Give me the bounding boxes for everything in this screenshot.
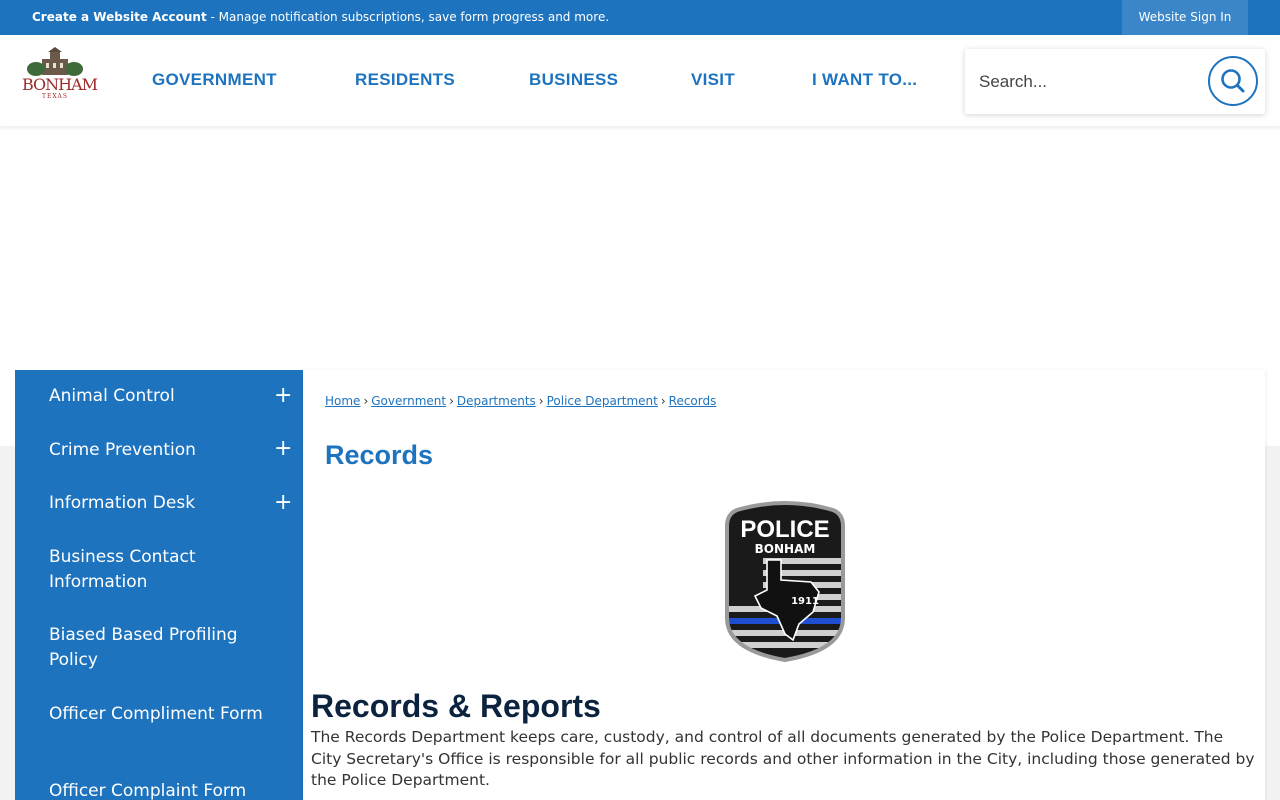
nav-business[interactable]: BUSINESS xyxy=(529,70,618,90)
records-description: The Records Department keeps care, custo… xyxy=(311,728,1255,789)
search-box xyxy=(965,49,1265,114)
breadcrumb-home[interactable]: Home xyxy=(325,394,360,408)
nav-government[interactable]: GOVERNMENT xyxy=(152,70,277,90)
search-input[interactable] xyxy=(979,67,1179,97)
expand-animal-control-icon[interactable]: + xyxy=(274,383,292,408)
sidebar-item-crime-prevention[interactable]: Crime Prevention xyxy=(49,438,269,463)
breadcrumb-separator: › xyxy=(363,394,369,408)
main-content: Home › Government › Departments › Police Depar… xyxy=(303,370,1265,800)
sidebar-item-officer-complaint[interactable]: Officer Complaint Form xyxy=(49,779,269,800)
badge-line2: BONHAM xyxy=(755,542,816,556)
nav-residents[interactable]: RESIDENTS xyxy=(355,70,455,90)
breadcrumb-departments[interactable]: Departments xyxy=(457,394,536,408)
create-account-link[interactable]: Create a Website Account xyxy=(32,10,207,24)
section-title: Records & Reports xyxy=(311,688,601,724)
account-description: - Manage notification subscriptions, sav… xyxy=(206,10,610,24)
breadcrumb-separator: › xyxy=(449,394,454,408)
logo-subtext: TEXAS xyxy=(42,93,68,100)
page-title: Records xyxy=(325,440,434,470)
breadcrumb-government[interactable]: Government xyxy=(371,394,446,408)
sidebar-item-officer-compliment[interactable]: Officer Compliment Form xyxy=(49,702,269,727)
sidebar-item-information-desk[interactable]: Information Desk xyxy=(49,491,269,516)
account-notice: Create a Website Account - Manage notifi… xyxy=(32,10,609,25)
breadcrumb: Home › Government › Departments › Police Depar… xyxy=(325,394,716,408)
breadcrumb-records[interactable]: Records xyxy=(669,394,717,408)
courthouse-icon xyxy=(27,47,83,76)
breadcrumb-police-department[interactable]: Police Department xyxy=(547,394,658,408)
logo-text: BONHAM xyxy=(22,75,98,94)
expand-crime-prevention-icon[interactable]: + xyxy=(274,436,292,461)
search-icon xyxy=(1221,69,1245,93)
search-button[interactable] xyxy=(1208,56,1258,106)
site-header: BONHAM TEXAS GOVERNMENT RESIDENTS BUSINE… xyxy=(0,35,1280,126)
nav-visit[interactable]: VISIT xyxy=(691,70,735,90)
nav-i-want-to[interactable]: I WANT TO... xyxy=(812,70,917,90)
breadcrumb-separator: › xyxy=(538,394,544,408)
breadcrumb-separator: › xyxy=(660,394,666,408)
badge-year: 1911 xyxy=(791,596,819,607)
sidebar-item-business-contact[interactable]: Business Contact Information xyxy=(49,545,269,595)
sign-in-button[interactable]: Website Sign In xyxy=(1122,0,1248,35)
sidebar-nav: Animal Control + Crime Prevention + Info… xyxy=(15,370,303,800)
sidebar-item-biased-profiling[interactable]: Biased Based Profiling Policy xyxy=(49,623,269,673)
city-logo[interactable]: BONHAM TEXAS xyxy=(22,47,98,100)
badge-line1: POLICE xyxy=(740,516,829,543)
sidebar-item-animal-control[interactable]: Animal Control xyxy=(49,384,269,409)
police-badge-image: POLICE BONHAM 1911 xyxy=(715,500,855,665)
expand-information-desk-icon[interactable]: + xyxy=(274,490,292,515)
account-bar: Create a Website Account - Manage notifi… xyxy=(0,0,1280,35)
